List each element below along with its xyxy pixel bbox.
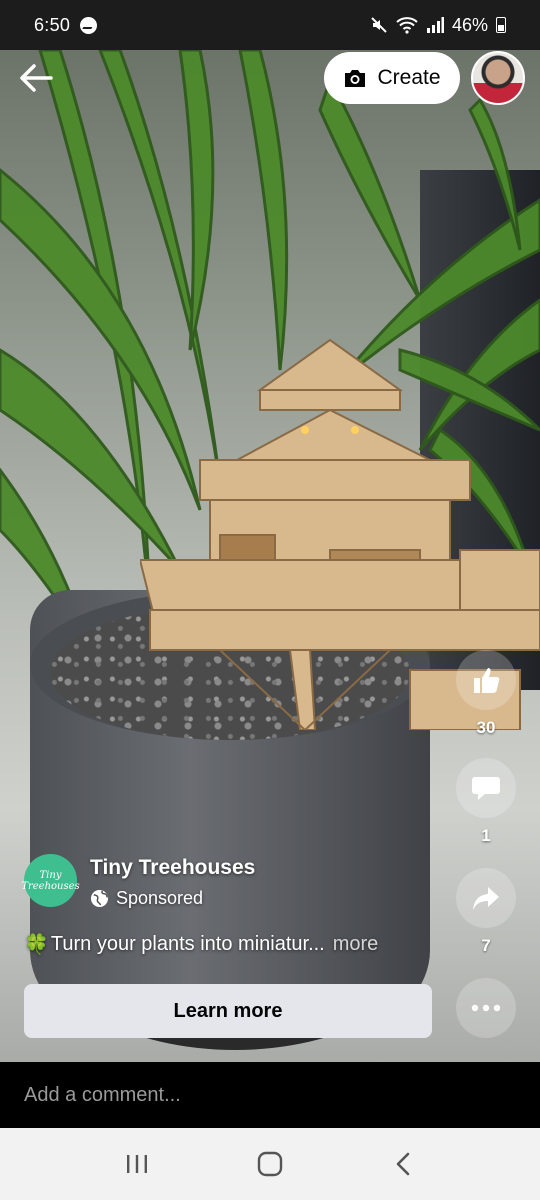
system-back-button[interactable] [378, 1139, 428, 1189]
avatar-logo-line2: Treehouses [21, 880, 80, 892]
avatar-logo-line1: Tiny [39, 869, 62, 881]
recent-apps-icon [126, 1155, 147, 1173]
recents-button[interactable] [112, 1139, 162, 1189]
sponsored-label: Sponsored [116, 888, 204, 908]
battery-icon [496, 17, 506, 33]
share-arrow-icon [473, 887, 499, 910]
caption-text: Turn your plants into miniatur... [50, 933, 325, 955]
learn-more-button[interactable]: Learn more [24, 984, 432, 1038]
camera-icon [345, 70, 366, 87]
comment-action[interactable]: 1 [456, 758, 516, 846]
ad-caption[interactable]: 🍀 Turn your plants into miniatur... more [24, 932, 378, 957]
globe-icon [90, 889, 109, 908]
thumbs-up-icon [474, 668, 500, 693]
battery-percent: 46% [451, 14, 488, 35]
more-options-button[interactable] [456, 978, 516, 1038]
home-icon [257, 1151, 283, 1177]
comment-count: 1 [481, 826, 491, 845]
share-action[interactable]: 7 [456, 868, 516, 956]
arrow-left-icon [20, 64, 53, 92]
more-link[interactable]: more [333, 933, 379, 956]
like-button[interactable] [456, 650, 516, 710]
wifi-icon [396, 17, 418, 34]
speech-bubble-icon [472, 777, 500, 800]
status-time: 6:50 [34, 14, 71, 35]
comment-button[interactable] [456, 758, 516, 818]
comment-placeholder: Add a comment... [24, 1083, 181, 1106]
profile-avatar[interactable] [471, 51, 525, 105]
share-count: 7 [481, 936, 491, 955]
chevron-left-icon [397, 1152, 410, 1176]
system-nav-bar [0, 1128, 540, 1200]
status-bar: 6:50 46% [0, 0, 540, 50]
home-button[interactable] [245, 1139, 295, 1189]
like-count: 30 [476, 718, 496, 737]
create-label: Create [377, 66, 441, 89]
signal-icon [426, 17, 444, 33]
create-button[interactable]: Create [324, 52, 460, 104]
page-name[interactable]: Tiny Treehouses [90, 856, 255, 880]
more-dots-icon [471, 1004, 501, 1012]
like-action[interactable]: 30 [456, 650, 516, 738]
page-avatar[interactable]: Tiny Treehouses [21, 854, 80, 907]
more-action[interactable] [456, 978, 516, 1038]
clover-emoji: 🍀 [24, 934, 49, 956]
messenger-icon [80, 16, 98, 34]
mute-icon [371, 17, 387, 33]
share-button[interactable] [456, 868, 516, 928]
back-button[interactable] [16, 58, 56, 98]
comment-input[interactable]: Add a comment... [0, 1062, 540, 1128]
sponsored-row: Sponsored [90, 888, 203, 909]
